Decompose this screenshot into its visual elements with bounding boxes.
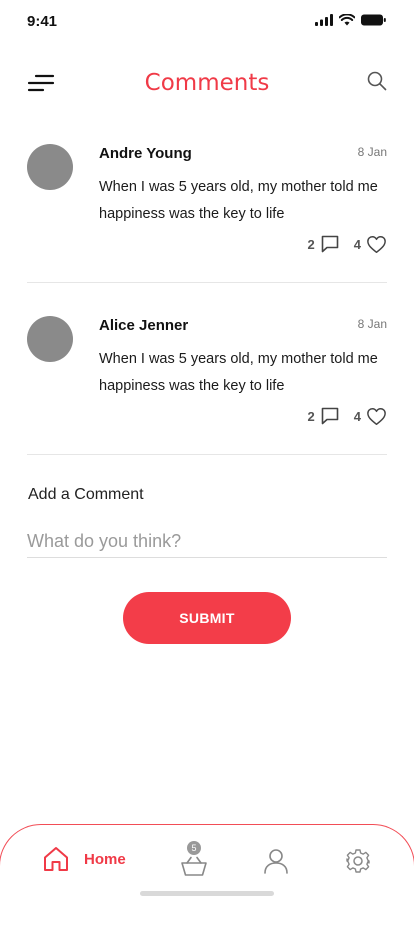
avatar[interactable] — [27, 144, 73, 190]
comment-actions: 2 4 — [308, 406, 387, 426]
gear-icon[interactable] — [345, 848, 371, 874]
comment-text: When I was 5 years old, my mother told m… — [99, 351, 378, 394]
reply-count: 2 — [307, 236, 315, 252]
reply-button[interactable]: 2 — [308, 406, 340, 426]
comment-bubble-icon — [321, 407, 339, 425]
heart-icon — [367, 407, 386, 425]
comment-divider — [27, 454, 387, 455]
comment-author[interactable]: Andre Young — [99, 145, 192, 162]
comment-date: 8 Jan — [357, 317, 387, 331]
wifi-icon — [339, 14, 355, 26]
like-button[interactable]: 4 — [354, 407, 387, 426]
profile-icon[interactable] — [262, 847, 290, 875]
status-icons — [315, 14, 386, 26]
comment-input[interactable] — [27, 525, 387, 558]
add-comment-label: Add a Comment — [28, 486, 144, 503]
comment-actions: 2 4 — [308, 234, 387, 254]
comment-text: When I was 5 years old, my mother told m… — [99, 179, 378, 222]
cellular-signal-icon — [315, 14, 333, 26]
comment-author[interactable]: Alice Jenner — [99, 317, 188, 334]
reply-count: 2 — [307, 408, 315, 424]
status-bar: 9:41 — [0, 0, 414, 44]
home-icon — [44, 847, 68, 871]
avatar[interactable] — [27, 316, 73, 362]
nav-cart[interactable]: 5 — [180, 841, 210, 877]
like-button[interactable]: 4 — [354, 235, 387, 254]
like-count: 4 — [353, 236, 361, 252]
search-icon[interactable] — [366, 70, 388, 92]
reply-button[interactable]: 2 — [308, 234, 340, 254]
battery-icon — [361, 14, 386, 26]
page-title: Comments — [144, 70, 270, 96]
submit-button[interactable]: SUBMIT — [123, 592, 291, 644]
status-time: 9:41 — [27, 13, 58, 30]
header: Comments — [0, 60, 414, 108]
bottom-nav: Home 5 — [0, 824, 414, 925]
heart-icon — [367, 235, 386, 253]
comment-bubble-icon — [321, 235, 339, 253]
comment-divider — [27, 282, 387, 283]
nav-home[interactable]: Home — [42, 845, 126, 873]
nav-home-label: Home — [84, 850, 126, 868]
cart-badge: 5 — [187, 841, 201, 855]
like-count: 4 — [353, 408, 361, 424]
home-indicator — [140, 891, 274, 896]
basket-icon — [181, 856, 207, 876]
comment-date: 8 Jan — [357, 145, 387, 159]
